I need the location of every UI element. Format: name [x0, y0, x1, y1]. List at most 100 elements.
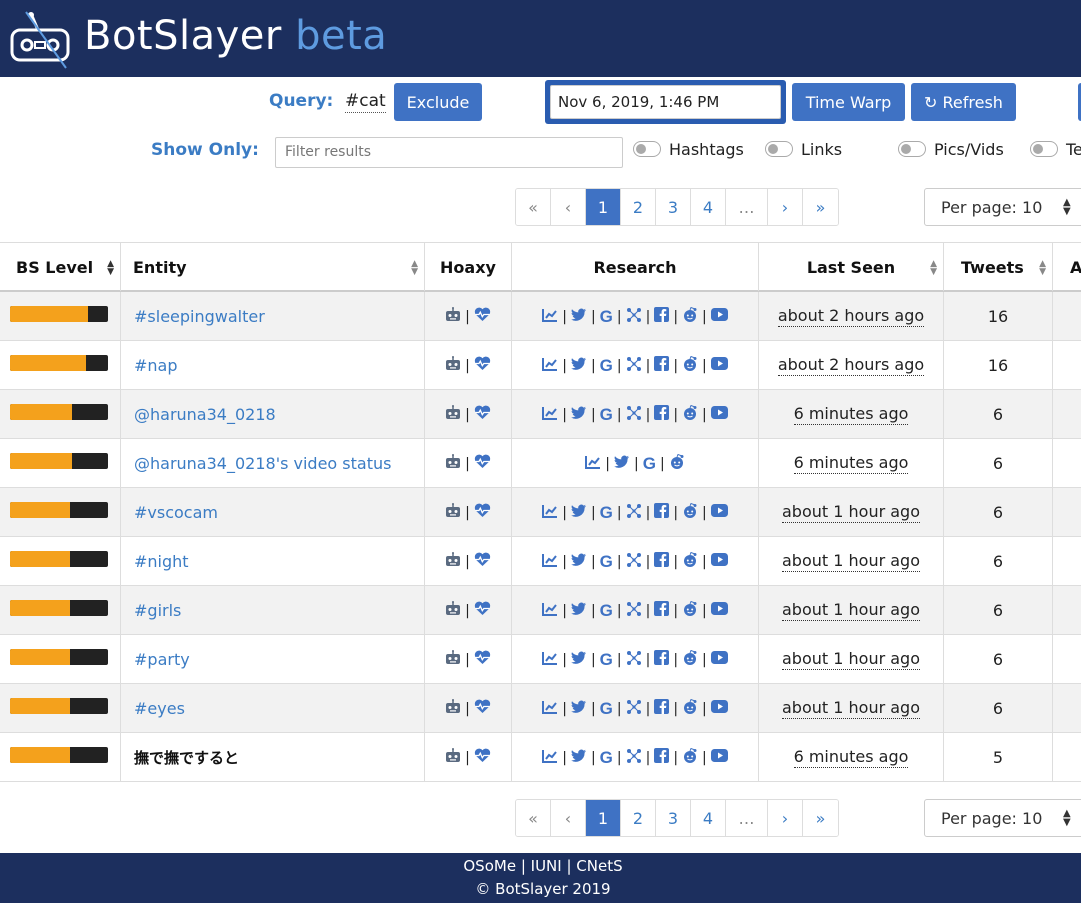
bot-icon[interactable] [445, 552, 461, 571]
reddit-icon[interactable] [682, 502, 698, 522]
youtube-icon[interactable] [710, 406, 728, 423]
date-time-input[interactable]: Nov 6, 2019, 1:46 PM [550, 85, 781, 119]
facebook-icon[interactable] [654, 405, 670, 424]
heartbeat-icon[interactable] [474, 454, 491, 473]
twitter-icon[interactable] [570, 553, 587, 571]
trend-icon[interactable] [542, 504, 558, 522]
query-value[interactable]: #cat [345, 90, 386, 113]
col-last-seen[interactable]: Last Seen ▲ ▼ [759, 243, 944, 291]
entity-link[interactable]: #sleepingwalter [121, 307, 265, 326]
facebook-icon[interactable] [654, 307, 670, 326]
youtube-icon[interactable] [710, 308, 728, 325]
col-entity[interactable]: Entity ▲ ▼ [121, 243, 425, 291]
refresh-button[interactable]: ↻ Refresh [911, 83, 1016, 121]
facebook-icon[interactable] [654, 699, 670, 718]
heartbeat-icon[interactable] [474, 650, 491, 669]
brand-title[interactable]: BotSlayer beta [84, 12, 387, 60]
entity-link[interactable]: #vscocam [121, 503, 218, 522]
ellipsis-button[interactable]: … [726, 189, 768, 225]
next-page-button[interactable]: › [768, 189, 803, 225]
reddit-icon[interactable] [682, 404, 698, 424]
entity-link[interactable]: #eyes [121, 699, 185, 718]
filter-results-input[interactable]: Filter results [275, 137, 623, 168]
reddit-icon[interactable] [682, 649, 698, 669]
links-toggle[interactable] [765, 141, 793, 157]
facebook-icon[interactable] [654, 748, 670, 767]
entity-link[interactable]: #night [121, 552, 189, 571]
hashtags-toggle[interactable] [633, 141, 661, 157]
page-3-button[interactable]: 3 [656, 800, 691, 836]
heartbeat-icon[interactable] [474, 699, 491, 718]
google-icon[interactable]: G [600, 307, 613, 327]
google-icon[interactable]: G [600, 356, 613, 376]
trend-icon[interactable] [542, 651, 558, 669]
google-icon[interactable]: G [600, 650, 613, 670]
heartbeat-icon[interactable] [474, 601, 491, 620]
trend-icon[interactable] [542, 700, 558, 718]
youtube-icon[interactable] [710, 749, 728, 766]
page-4-button[interactable]: 4 [691, 189, 726, 225]
ellipsis-button[interactable]: … [726, 800, 768, 836]
bot-icon[interactable] [445, 650, 461, 669]
network-icon[interactable] [626, 650, 642, 670]
network-icon[interactable] [626, 699, 642, 719]
facebook-icon[interactable] [654, 552, 670, 571]
reddit-icon[interactable] [682, 747, 698, 767]
twitter-icon[interactable] [570, 749, 587, 767]
entity-link[interactable]: #girls [121, 601, 181, 620]
reddit-icon[interactable] [669, 453, 685, 473]
youtube-icon[interactable] [710, 651, 728, 668]
first-page-button[interactable]: « [516, 800, 551, 836]
bot-icon[interactable] [445, 699, 461, 718]
youtube-icon[interactable] [710, 700, 728, 717]
reddit-icon[interactable] [682, 355, 698, 375]
trend-icon[interactable] [542, 602, 558, 620]
facebook-icon[interactable] [654, 503, 670, 522]
bot-icon[interactable] [445, 307, 461, 326]
google-icon[interactable]: G [600, 552, 613, 572]
network-icon[interactable] [626, 601, 642, 621]
trend-icon[interactable] [542, 749, 558, 767]
bot-icon[interactable] [445, 356, 461, 375]
last-page-button[interactable]: » [803, 189, 838, 225]
network-icon[interactable] [626, 356, 642, 376]
bot-icon[interactable] [445, 454, 461, 473]
twitter-icon[interactable] [570, 406, 587, 424]
per-page-select[interactable]: Per page: 10 ▲ ▼ [924, 188, 1081, 226]
trend-icon[interactable] [542, 308, 558, 326]
exclude-button[interactable]: Exclude [394, 83, 482, 121]
trend-icon[interactable] [585, 455, 601, 473]
bot-icon[interactable] [445, 405, 461, 424]
page-2-button[interactable]: 2 [621, 800, 656, 836]
entity-link[interactable]: #party [121, 650, 190, 669]
prev-page-button[interactable]: ‹ [551, 800, 586, 836]
reddit-icon[interactable] [682, 600, 698, 620]
youtube-icon[interactable] [710, 553, 728, 570]
col-tweets[interactable]: Tweets ▲ ▼ [944, 243, 1053, 291]
text-toggle[interactable] [1030, 141, 1058, 157]
trend-icon[interactable] [542, 357, 558, 375]
heartbeat-icon[interactable] [474, 748, 491, 767]
pics-vids-toggle[interactable] [898, 141, 926, 157]
heartbeat-icon[interactable] [474, 307, 491, 326]
heartbeat-icon[interactable] [474, 405, 491, 424]
bot-icon[interactable] [445, 503, 461, 522]
time-warp-button[interactable]: Time Warp [792, 83, 905, 121]
twitter-icon[interactable] [570, 651, 587, 669]
bot-logo-icon[interactable] [8, 10, 74, 70]
network-icon[interactable] [626, 307, 642, 327]
trend-icon[interactable] [542, 406, 558, 424]
facebook-icon[interactable] [654, 356, 670, 375]
prev-page-button[interactable]: ‹ [551, 189, 586, 225]
google-icon[interactable]: G [600, 748, 613, 768]
page-1-button[interactable]: 1 [586, 800, 621, 836]
youtube-icon[interactable] [710, 504, 728, 521]
twitter-icon[interactable] [570, 700, 587, 718]
google-icon[interactable]: G [643, 454, 656, 474]
network-icon[interactable] [626, 503, 642, 523]
bot-icon[interactable] [445, 748, 461, 767]
reddit-icon[interactable] [682, 306, 698, 326]
facebook-icon[interactable] [654, 650, 670, 669]
google-icon[interactable]: G [600, 503, 613, 523]
twitter-icon[interactable] [570, 357, 587, 375]
